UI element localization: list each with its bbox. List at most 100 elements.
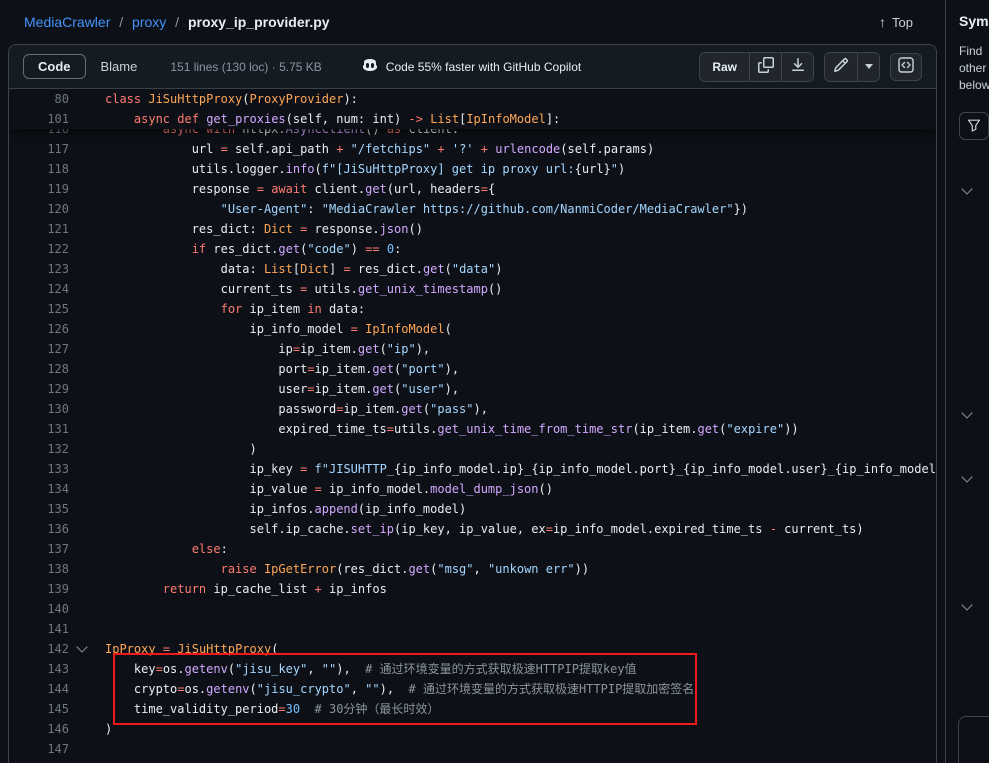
code-line: 130 password=ip_item.get("pass"), [9,399,936,419]
code-line: 126 ip_info_model = IpInfoModel( [9,319,936,339]
copy-icon [758,57,774,76]
code-line: 125 for ip_item in data: [9,299,936,319]
code-line: 120 "User-Agent": "MediaCrawler https://… [9,199,936,219]
line-number[interactable]: 80 [9,89,69,109]
line-number[interactable]: 124 [9,279,69,299]
line-number[interactable]: 147 [9,739,69,759]
code-line: 143 key=os.getenv("jisu_key", ""), # 通过环… [9,659,936,679]
download-icon [790,57,806,76]
arrow-up-icon: ↑ [879,14,886,30]
code-square-icon [898,57,914,76]
code-line: 136 self.ip_cache.set_ip(ip_key, ip_valu… [9,519,936,539]
code-line: 129 user=ip_item.get("user"), [9,379,936,399]
line-number[interactable]: 121 [9,219,69,239]
line-number[interactable]: 127 [9,339,69,359]
code-line: 121 res_dict: Dict = response.json() [9,219,936,239]
line-number[interactable]: 128 [9,359,69,379]
code-line: 142IpProxy = JiSuHttpProxy( [9,639,936,659]
code-lines: 117 url = self.api_path + "/fetchips" + … [9,139,936,759]
chevron-down-icon[interactable] [961,471,972,482]
breadcrumb-path: MediaCrawler / proxy / proxy_ip_provider… [24,14,330,30]
code-line: 135 ip_infos.append(ip_info_model) [9,499,936,519]
symbols-footer-box [958,716,989,763]
chevron-down-icon[interactable] [961,407,972,418]
pencil-icon [833,57,849,76]
back-to-top-button[interactable]: ↑ Top [879,14,913,30]
code-line: 146) [9,719,936,739]
line-number[interactable]: 135 [9,499,69,519]
copilot-banner[interactable]: Code 55% faster with GitHub Copilot [362,57,581,76]
code-line: 144 crypto=os.getenv("jisu_crypto", ""),… [9,679,936,699]
file-info: 151 lines (130 loc) · 5.75 KB [170,60,321,74]
line-number[interactable]: 122 [9,239,69,259]
breadcrumb-folder-link[interactable]: proxy [132,14,166,30]
line-number[interactable]: 117 [9,139,69,159]
code-line: 137 else: [9,539,936,559]
code-line: 141 [9,619,936,639]
back-to-top-label: Top [892,15,913,30]
code-line: 128 port=ip_item.get("port"), [9,359,936,379]
line-number[interactable]: 136 [9,519,69,539]
code-line: 133 ip_key = f"JISUHTTP_{ip_info_model.i… [9,459,936,479]
code-line: 134 ip_value = ip_info_model.model_dump_… [9,479,936,499]
line-number[interactable]: 144 [9,679,69,699]
line-number[interactable]: 101 [9,109,69,129]
file-toolbar: Code Blame 151 lines (130 loc) · 5.75 KB… [9,45,936,89]
edit-button[interactable] [825,53,857,81]
line-number[interactable]: 137 [9,539,69,559]
line-number[interactable]: 139 [9,579,69,599]
line-number[interactable]: 145 [9,699,69,719]
collapse-chevron-icon[interactable] [76,641,87,652]
toolbar-actions: Raw [699,52,922,82]
code-line: 131 expired_time_ts=utils.get_unix_time_… [9,419,936,439]
line-number[interactable]: 116 [9,129,69,139]
symbols-intro-line: below [959,77,989,94]
copilot-icon [362,57,378,76]
raw-button[interactable]: Raw [700,53,749,81]
line-number[interactable]: 138 [9,559,69,579]
line-number[interactable]: 146 [9,719,69,739]
symbols-heading: Symbols [946,0,989,29]
line-number[interactable]: 120 [9,199,69,219]
line-number[interactable]: 140 [9,599,69,619]
line-number[interactable]: 132 [9,439,69,459]
code-line: 122 if res_dict.get("code") == 0: [9,239,936,259]
line-number[interactable]: 134 [9,479,69,499]
symbols-panel: Symbols Find other below [945,0,989,763]
code-line: 145 time_validity_period=30 # 30分钟（最长时效） [9,699,936,719]
download-raw-button[interactable] [781,53,813,81]
chevron-down-icon [865,64,873,69]
copy-raw-button[interactable] [749,53,781,81]
symbols-intro-line: Find [959,43,989,60]
tab-blame[interactable]: Blame [86,54,153,79]
tab-code[interactable]: Code [23,54,86,79]
line-number[interactable]: 123 [9,259,69,279]
line-number[interactable]: 125 [9,299,69,319]
clipped-line: 116 async with httpx.AsyncClient() as cl… [9,129,936,139]
line-number[interactable]: 130 [9,399,69,419]
line-number[interactable]: 129 [9,379,69,399]
symbols-intro: Find other below [946,29,989,94]
line-number[interactable]: 133 [9,459,69,479]
line-number[interactable]: 143 [9,659,69,679]
main-column: MediaCrawler / proxy / proxy_ip_provider… [0,0,945,763]
symbols-panel-toggle[interactable] [890,53,922,81]
symbols-intro-line: other [959,60,989,77]
line-number[interactable]: 142 [9,639,69,659]
clipped-line-inner: 116 async with httpx.AsyncClient() as cl… [9,129,936,139]
line-number[interactable]: 131 [9,419,69,439]
edit-dropdown-button[interactable] [857,53,879,81]
code-blame-switch: Code Blame [23,54,152,79]
line-number[interactable]: 126 [9,319,69,339]
line-number[interactable]: 119 [9,179,69,199]
code-line: 140 [9,599,936,619]
chevron-down-icon[interactable] [961,599,972,610]
line-number[interactable]: 141 [9,619,69,639]
code-line: 139 return ip_cache_list + ip_infos [9,579,936,599]
line-number[interactable]: 118 [9,159,69,179]
filter-button[interactable] [959,112,989,140]
breadcrumb-separator: / [119,14,123,30]
breadcrumb-repo-link[interactable]: MediaCrawler [24,14,110,30]
code-line: 116 async with httpx.AsyncClient() as cl… [9,129,936,139]
chevron-down-icon[interactable] [961,183,972,194]
